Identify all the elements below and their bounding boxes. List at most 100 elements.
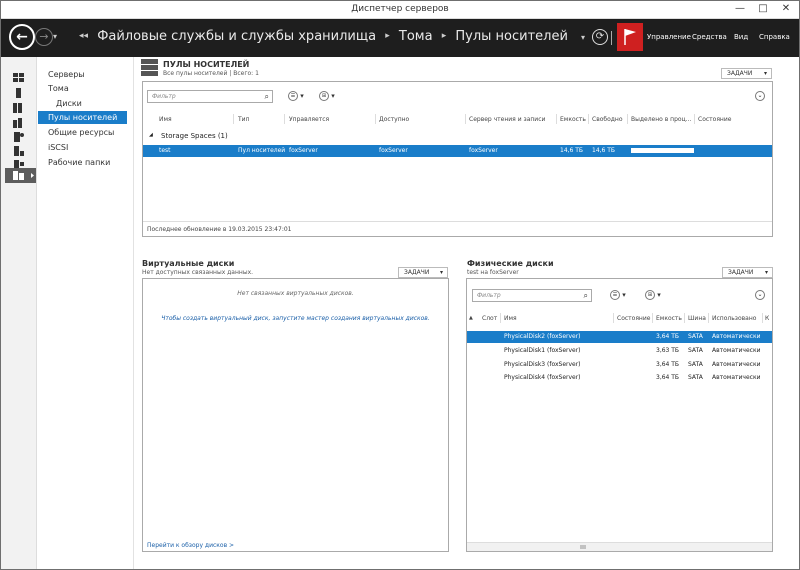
breadcrumb-separator-icon[interactable]: ▸ bbox=[442, 31, 447, 41]
group-collapse-icon[interactable]: ◢ bbox=[149, 132, 153, 138]
cell-usage: Автоматически bbox=[712, 374, 761, 381]
column-header-capacity[interactable]: Емкость bbox=[656, 315, 682, 322]
history-dropdown-icon[interactable]: ▾ bbox=[53, 32, 57, 41]
column-header-capacity[interactable]: Емкость bbox=[560, 116, 586, 123]
expand-icon[interactable]: ⌄ bbox=[755, 91, 765, 101]
group-icon: ⊞ bbox=[319, 91, 329, 101]
file-storage-icon[interactable] bbox=[5, 168, 36, 183]
column-header-type[interactable]: Тип bbox=[238, 116, 250, 123]
table-row[interactable]: test Пул носителей foxServer foxServer f… bbox=[143, 145, 772, 157]
physical-disks-tasks-button[interactable]: ЗАДАЧИ ▾ bbox=[722, 267, 773, 278]
divider bbox=[233, 114, 234, 124]
divider bbox=[694, 114, 695, 124]
chevron-down-icon: ▾ bbox=[331, 92, 335, 100]
cell-type: Пул носителей bbox=[238, 147, 286, 154]
breadcrumb-item-storage-pools[interactable]: Пулы носителей bbox=[455, 29, 568, 44]
column-header-allocated[interactable]: Выделено в проц... bbox=[631, 116, 691, 123]
subnav-disks[interactable]: Диски bbox=[56, 99, 82, 108]
subnav-work-folders[interactable]: Рабочие папки bbox=[48, 158, 110, 167]
back-button[interactable]: ← bbox=[9, 24, 35, 50]
search-icon[interactable]: ⌕ bbox=[265, 92, 269, 102]
create-virtual-disk-link[interactable]: Чтобы создать виртуальный диск, запустит… bbox=[143, 315, 448, 322]
physical-filter-input[interactable]: Фильтр ⌕ bbox=[472, 289, 592, 302]
cell-name[interactable]: PhysicalDisk1 (foxServer) bbox=[504, 347, 581, 354]
column-header-bus[interactable]: Шина bbox=[688, 315, 706, 322]
group-icon: ⊞ bbox=[645, 290, 655, 300]
cell-name: PhysicalDisk2 (foxServer) bbox=[504, 333, 581, 340]
close-button[interactable]: ✕ bbox=[775, 2, 797, 17]
notifications-flag-icon[interactable] bbox=[617, 23, 643, 51]
column-header-status[interactable]: Состояние bbox=[617, 315, 650, 322]
local-server-icon[interactable] bbox=[13, 83, 25, 98]
divider bbox=[708, 313, 709, 323]
cell-managed: foxServer bbox=[289, 147, 318, 154]
server-manager-window: Диспетчер серверов — □ ✕ ← → ▾ ◂◂ Файлов… bbox=[0, 0, 800, 570]
subnav-shares[interactable]: Общие ресурсы bbox=[48, 128, 114, 137]
menu-view[interactable]: Вид bbox=[734, 33, 748, 41]
menu-manage[interactable]: Управление bbox=[647, 33, 691, 41]
breadcrumb-separator-icon[interactable]: ▸ bbox=[385, 31, 390, 41]
tasks-label: ЗАДАЧИ bbox=[404, 269, 430, 276]
breadcrumb-item-volumes[interactable]: Тома bbox=[399, 29, 433, 44]
scrollbar-thumb[interactable] bbox=[580, 545, 586, 549]
expand-icon[interactable]: ⌄ bbox=[755, 290, 765, 300]
cell-usage: Автоматически bbox=[712, 347, 761, 354]
menu-tools[interactable]: Средства bbox=[692, 33, 727, 41]
chevron-down-icon: ▾ bbox=[657, 291, 661, 299]
divider bbox=[284, 114, 285, 124]
chevron-down-icon[interactable]: ▾ bbox=[581, 33, 585, 42]
menu-help[interactable]: Справка bbox=[759, 33, 790, 41]
column-header-name[interactable]: Имя bbox=[159, 116, 172, 123]
maximize-button[interactable]: □ bbox=[752, 2, 774, 17]
column-header-available[interactable]: Доступно bbox=[379, 116, 409, 123]
allocation-bar bbox=[631, 148, 694, 153]
subnav-iscsi[interactable]: iSCSI bbox=[48, 143, 68, 152]
column-header-name[interactable]: Имя bbox=[504, 315, 517, 322]
iis-icon[interactable] bbox=[13, 155, 25, 170]
subnav-servers[interactable]: Серверы bbox=[48, 70, 85, 79]
file-server-icon[interactable] bbox=[13, 141, 25, 156]
ad-icon[interactable] bbox=[13, 113, 25, 128]
group-row-label[interactable]: Storage Spaces (1) bbox=[161, 132, 228, 140]
all-servers-icon[interactable] bbox=[13, 98, 25, 113]
dns-icon[interactable] bbox=[13, 127, 25, 142]
breadcrumb-item-file-services[interactable]: Файловые службы и службы хранилища bbox=[97, 29, 376, 44]
refresh-icon[interactable]: ⟳ bbox=[592, 29, 608, 45]
table-row[interactable]: PhysicalDisk2 (foxServer) 3,64 ТБ SATA А… bbox=[467, 331, 772, 343]
cell-capacity: 3,64 ТБ bbox=[656, 333, 680, 340]
breadcrumb: ◂◂ Файловые службы и службы хранилища ▸ … bbox=[79, 29, 568, 44]
column-header-more[interactable]: К bbox=[765, 315, 769, 322]
warning-column-icon[interactable]: ▲ bbox=[469, 315, 473, 321]
go-to-disks-link[interactable]: Перейти к обзору дисков > bbox=[147, 542, 234, 549]
minimize-button[interactable]: — bbox=[729, 2, 751, 17]
cell-available: foxServer bbox=[379, 147, 408, 154]
subnav-storage-pools[interactable]: Пулы носителей bbox=[38, 111, 127, 124]
subnav-volumes[interactable]: Тома bbox=[48, 84, 69, 93]
column-header-usage[interactable]: Использовано bbox=[712, 315, 756, 322]
column-header-managed[interactable]: Управляется bbox=[289, 116, 329, 123]
physical-group-options[interactable]: ⊞ ▾ bbox=[645, 290, 661, 300]
cell-name[interactable]: PhysicalDisk3 (foxServer) bbox=[504, 361, 581, 368]
column-header-status[interactable]: Состояние bbox=[698, 116, 731, 123]
column-header-rw-server[interactable]: Сервер чтения и записи bbox=[469, 116, 545, 123]
pools-tasks-button[interactable]: ЗАДАЧИ ▾ bbox=[721, 68, 772, 79]
cell-bus: SATA bbox=[688, 361, 703, 368]
cell-capacity: 3,64 ТБ bbox=[656, 374, 680, 381]
dashboard-icon[interactable] bbox=[13, 68, 25, 82]
title-bar: Диспетчер серверов — □ ✕ bbox=[1, 1, 799, 19]
forward-button[interactable]: → bbox=[35, 28, 53, 46]
virtual-disks-tasks-button[interactable]: ЗАДАЧИ ▾ bbox=[398, 267, 448, 278]
column-header-free[interactable]: Свободно bbox=[592, 116, 623, 123]
pools-group-options[interactable]: ⊞ ▾ bbox=[319, 91, 335, 101]
column-header-slot[interactable]: Слот bbox=[482, 315, 497, 322]
search-icon[interactable]: ⌕ bbox=[584, 291, 588, 301]
pools-filter-input[interactable]: Фильтр ⌕ bbox=[147, 90, 273, 103]
physical-view-options[interactable]: ☰ ▾ bbox=[610, 290, 626, 300]
pools-view-options[interactable]: ☰ ▾ bbox=[288, 91, 304, 101]
divider bbox=[143, 221, 772, 222]
horizontal-scrollbar[interactable] bbox=[467, 542, 772, 551]
virtual-disks-subtitle: Нет доступных связанных данных. bbox=[142, 269, 254, 276]
breadcrumb-overflow-icon[interactable]: ◂◂ bbox=[79, 31, 88, 41]
chevron-down-icon: ▾ bbox=[622, 291, 626, 299]
cell-name[interactable]: PhysicalDisk4 (foxServer) bbox=[504, 374, 581, 381]
